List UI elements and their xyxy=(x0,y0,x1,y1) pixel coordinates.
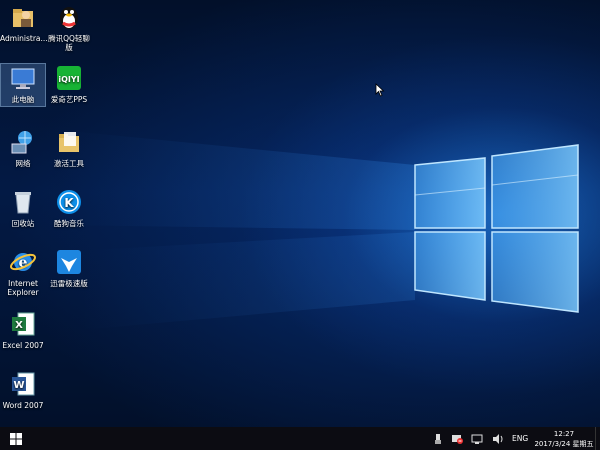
qq-penguin-icon xyxy=(55,3,83,31)
user-folder-icon xyxy=(9,3,37,31)
desktop-icon-network[interactable]: 网络 xyxy=(0,128,46,168)
desktop-icon-internet-explorer[interactable]: e Internet Explorer xyxy=(0,248,46,297)
icon-label: 回收站 xyxy=(11,219,35,228)
icon-label: 腾讯QQ轻聊版 xyxy=(48,34,90,52)
svg-text:K: K xyxy=(64,196,74,210)
svg-text:W: W xyxy=(13,380,24,391)
taskbar: ENG 12:27 2017/3/24 星期五 xyxy=(0,427,600,450)
language-label: ENG xyxy=(512,434,529,443)
desktop-icon-qq[interactable]: 腾讯QQ轻聊版 xyxy=(46,3,92,52)
ie-icon: e xyxy=(9,248,37,276)
icon-label: 激活工具 xyxy=(54,159,84,168)
tray-network[interactable] xyxy=(471,427,483,450)
svg-text:iQIYI: iQIYI xyxy=(58,75,79,84)
language-indicator[interactable]: ENG xyxy=(512,427,528,450)
desktop-icon-this-pc[interactable]: 此电脑 xyxy=(0,63,46,107)
clock-time: 12:27 xyxy=(553,430,575,438)
icon-label: Word 2007 xyxy=(2,401,44,410)
icon-label: 此电脑 xyxy=(11,95,35,104)
desktop-icon-excel[interactable]: X Excel 2007 xyxy=(0,310,46,350)
desktop-icon-recycle-bin[interactable]: 回收站 xyxy=(0,188,46,228)
volume-icon xyxy=(493,433,503,444)
desktop-icon-kugou[interactable]: K 酷狗音乐 xyxy=(46,188,92,228)
xunlei-icon xyxy=(55,248,83,276)
windows-logo-icon xyxy=(10,432,22,445)
iqiyi-icon: iQIYI xyxy=(55,64,83,92)
computer-icon xyxy=(9,64,37,92)
show-desktop-button[interactable] xyxy=(595,427,600,450)
usb-icon xyxy=(435,433,441,444)
clock-date: 2017/3/24 星期五 xyxy=(534,440,594,448)
tray-usb[interactable] xyxy=(433,427,443,450)
start-button[interactable] xyxy=(0,427,32,450)
icon-label: 迅雷极速版 xyxy=(50,279,88,288)
icon-label: 爱奇艺PPS xyxy=(50,95,88,104)
folder-icon xyxy=(55,128,83,156)
tray-volume[interactable] xyxy=(492,427,504,450)
excel-icon: X xyxy=(9,310,37,338)
word-icon: W xyxy=(9,370,37,398)
icon-label: 酷狗音乐 xyxy=(54,219,84,228)
icon-label: 网络 xyxy=(15,159,31,168)
kugou-icon: K xyxy=(55,188,83,216)
icon-label: Internet Explorer xyxy=(7,279,39,297)
desktop-icon-administrator[interactable]: Administra... xyxy=(0,3,48,43)
mouse-cursor-icon xyxy=(375,83,385,97)
clock[interactable]: 12:27 2017/3/24 星期五 xyxy=(534,429,594,449)
desktop-icon-xunlei[interactable]: 迅雷极速版 xyxy=(46,248,92,288)
desktop: Administra... 此电脑 网络 回收站 e Internet Expl… xyxy=(0,0,600,427)
network-icon xyxy=(9,128,37,156)
recycle-bin-icon xyxy=(9,188,37,216)
desktop-icon-word[interactable]: W Word 2007 xyxy=(0,370,46,410)
network-icon xyxy=(471,434,483,444)
tray-action-flag[interactable] xyxy=(451,427,463,450)
icon-label: Excel 2007 xyxy=(2,341,44,350)
svg-text:X: X xyxy=(15,320,23,331)
desktop-icon-iqiyi[interactable]: iQIYI 爱奇艺PPS xyxy=(46,64,92,104)
desktop-icon-activation-tools[interactable]: 激活工具 xyxy=(46,128,92,168)
icon-label: Administra... xyxy=(0,34,48,43)
flag-icon xyxy=(452,434,463,444)
